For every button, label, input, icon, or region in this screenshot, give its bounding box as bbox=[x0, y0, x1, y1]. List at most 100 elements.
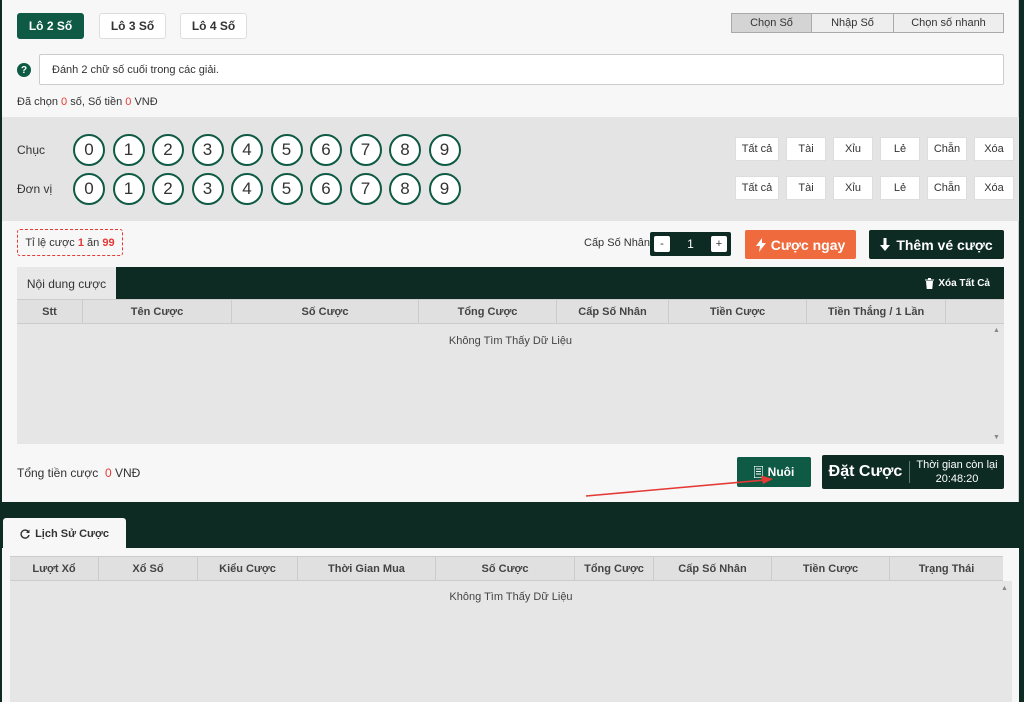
digit-ball[interactable]: 3 bbox=[191, 134, 224, 166]
countdown-value: 20:48:20 bbox=[935, 473, 979, 485]
filter-xiu-button[interactable]: Xỉu bbox=[833, 137, 873, 161]
filters-chuc: Tất cả Tài Xỉu Lẻ Chẵn Xóa bbox=[735, 137, 1014, 161]
odds-prefix: Tỉ lệ cược bbox=[25, 236, 75, 249]
col-ten-cuoc: Tên Cược bbox=[83, 300, 232, 323]
scroll-down-icon[interactable]: ▼ bbox=[993, 434, 1000, 441]
filter-le-button[interactable]: Lẻ bbox=[880, 176, 920, 200]
col-trang-thai: Trạng Thái bbox=[918, 562, 975, 575]
digits-don-vi: 0 1 2 3 4 5 6 7 8 9 bbox=[73, 173, 461, 205]
col-extra bbox=[946, 300, 1004, 323]
history-table-body: Không Tìm Thấy Dữ Liệu ▲ bbox=[10, 581, 1012, 702]
digits-chuc: 0 1 2 3 4 5 6 7 8 9 bbox=[73, 134, 461, 166]
filter-clear-button[interactable]: Xóa bbox=[974, 137, 1014, 161]
multiplier-plus-button[interactable]: + bbox=[711, 236, 727, 252]
place-bet-button[interactable]: Đặt Cược Thời gian còn lại 20:48:20 bbox=[822, 455, 1004, 489]
multiplier-stepper: - 1 + bbox=[650, 232, 731, 256]
rule-description: Đánh 2 chữ số cuối trong các giải. bbox=[39, 54, 1004, 85]
history-tab-label: Lịch Sử Cược bbox=[35, 527, 109, 540]
digit-ball[interactable]: 4 bbox=[231, 173, 263, 205]
digit-ball[interactable]: 5 bbox=[270, 173, 303, 205]
filter-all-button[interactable]: Tất cả bbox=[735, 176, 779, 200]
scroll-up-icon[interactable]: ▲ bbox=[1001, 585, 1008, 592]
digit-ball[interactable]: 7 bbox=[349, 173, 382, 205]
col-so-cuoc: Số Cược bbox=[436, 557, 575, 580]
digit-ball[interactable]: 9 bbox=[428, 173, 461, 205]
digit-ball[interactable]: 8 bbox=[389, 134, 421, 166]
mode-nhap-so[interactable]: Nhập Số bbox=[812, 14, 894, 32]
selected-amount: 0 bbox=[125, 96, 132, 108]
filter-le-button[interactable]: Lẻ bbox=[880, 137, 920, 161]
number-picker: Chục 0 1 2 3 4 5 6 7 8 9 Tất cả Tài Xỉu … bbox=[2, 117, 1019, 221]
col-luot-xo: Lượt Xổ bbox=[10, 557, 99, 580]
add-ticket-label: Thêm vé cược bbox=[896, 236, 993, 253]
digit-ball[interactable]: 5 bbox=[270, 134, 303, 166]
col-xo-so: Xổ Số bbox=[99, 557, 198, 580]
col-cap-so-nhan: Cấp Số Nhân bbox=[557, 300, 669, 323]
multiplier-value[interactable]: 1 bbox=[687, 237, 694, 251]
bet-table-body: Không Tìm Thấy Dữ Liệu ▲ ▼ bbox=[17, 324, 1004, 444]
digit-ball[interactable]: 6 bbox=[310, 173, 342, 205]
bet-table-scrollbar[interactable]: ▲ ▼ bbox=[990, 324, 1004, 444]
filter-tai-button[interactable]: Tài bbox=[786, 176, 826, 200]
bet-content-header: Nội dung cược Xóa Tất Cả bbox=[17, 267, 1004, 300]
filters-don-vi: Tất cả Tài Xỉu Lẻ Chẵn Xóa bbox=[735, 176, 1014, 200]
mode-chon-so-nhanh[interactable]: Chọn số nhanh bbox=[894, 14, 1003, 32]
summary-prefix: Đã chọn bbox=[17, 96, 58, 108]
col-so-cuoc: Số Cược bbox=[232, 300, 419, 323]
col-kieu-cuoc: Kiểu Cược bbox=[198, 557, 298, 580]
countdown: Thời gian còn lại 20:48:20 bbox=[910, 458, 1004, 486]
refresh-icon bbox=[20, 528, 30, 539]
help-icon[interactable]: ? bbox=[17, 63, 31, 77]
odds-badge: Tỉ lệ cược 1 ăn 99 bbox=[17, 229, 123, 256]
odds-left: 1 bbox=[77, 236, 84, 249]
digit-ball[interactable]: 2 bbox=[152, 134, 184, 166]
digit-ball[interactable]: 1 bbox=[112, 134, 145, 166]
filter-tai-button[interactable]: Tài bbox=[786, 137, 826, 161]
mode-chon-so[interactable]: Chọn Số bbox=[732, 14, 812, 32]
digit-ball[interactable]: 7 bbox=[349, 134, 382, 166]
bet-table-header: Stt Tên Cược Số Cược Tổng Cược Cấp Số Nh… bbox=[17, 299, 1004, 324]
col-tong-cuoc: Tổng Cược bbox=[419, 300, 557, 323]
filter-clear-button[interactable]: Xóa bbox=[974, 176, 1014, 200]
digit-ball[interactable]: 0 bbox=[73, 134, 105, 166]
digit-ball[interactable]: 6 bbox=[310, 134, 342, 166]
filter-chan-button[interactable]: Chẵn bbox=[927, 176, 967, 200]
col-thoi-gian-mua: Thời Gian Mua bbox=[298, 557, 436, 580]
col-tien-thang: Tiền Thắng / 1 Lần bbox=[807, 300, 946, 323]
col-cap-so-nhan: Cấp Số Nhân bbox=[654, 557, 772, 580]
digit-ball[interactable]: 0 bbox=[73, 173, 105, 205]
selected-count: 0 bbox=[61, 96, 68, 108]
tab-bet-history[interactable]: Lịch Sử Cược bbox=[3, 518, 126, 549]
row-label-don-vi: Đơn vị bbox=[17, 182, 53, 196]
digit-ball[interactable]: 2 bbox=[152, 173, 184, 205]
row-label-chuc: Chục bbox=[17, 143, 46, 157]
total-bet: Tổng tiền cược 0 VNĐ bbox=[17, 466, 140, 480]
add-ticket-button[interactable]: Thêm vé cược bbox=[869, 230, 1004, 259]
bet-now-button[interactable]: Cược ngay bbox=[745, 230, 856, 259]
summary-mid: số, Số tiền bbox=[70, 96, 123, 108]
lightning-icon bbox=[755, 237, 766, 252]
filter-all-button[interactable]: Tất cả bbox=[735, 137, 779, 161]
filter-chan-button[interactable]: Chẵn bbox=[927, 137, 967, 161]
bet-now-label: Cược ngay bbox=[770, 236, 846, 253]
summary-currency: VNĐ bbox=[134, 96, 158, 108]
countdown-label: Thời gian còn lại bbox=[916, 459, 998, 471]
tab-lo-2-so[interactable]: Lô 2 Số bbox=[17, 13, 84, 39]
tab-bet-content[interactable]: Nội dung cược bbox=[17, 267, 116, 300]
digit-ball[interactable]: 3 bbox=[191, 173, 224, 205]
multiplier-minus-button[interactable]: - bbox=[654, 236, 670, 252]
digit-ball[interactable]: 1 bbox=[112, 173, 145, 205]
tab-lo-4-so[interactable]: Lô 4 Số bbox=[180, 13, 247, 39]
history-table-scrollbar[interactable]: ▲ bbox=[998, 581, 1012, 702]
odds-mid: ăn bbox=[87, 236, 100, 249]
digit-ball[interactable]: 9 bbox=[428, 134, 461, 166]
total-value: 0 bbox=[104, 466, 112, 480]
scroll-up-icon[interactable]: ▲ bbox=[993, 327, 1000, 334]
col-tien-cuoc: Tiền Cược bbox=[669, 300, 807, 323]
filter-xiu-button[interactable]: Xỉu bbox=[833, 176, 873, 200]
digit-ball[interactable]: 8 bbox=[389, 173, 421, 205]
history-table-empty: Không Tìm Thấy Dữ Liệu bbox=[449, 591, 573, 603]
tab-lo-3-so[interactable]: Lô 3 Số bbox=[99, 13, 166, 39]
digit-ball[interactable]: 4 bbox=[231, 134, 263, 166]
clear-all-button[interactable]: Xóa Tất Cả bbox=[925, 267, 990, 300]
